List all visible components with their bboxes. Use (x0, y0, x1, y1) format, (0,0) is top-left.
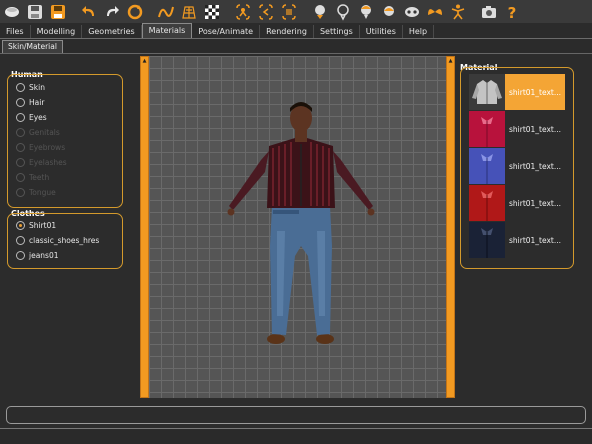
tab-help[interactable]: Help (403, 25, 435, 38)
radio-teeth: Teeth (16, 171, 49, 183)
radio-button[interactable] (16, 220, 25, 230)
svg-text:?: ? (508, 4, 517, 21)
front-view-icon[interactable] (232, 2, 254, 22)
tab-utilities[interactable]: Utilities (360, 25, 403, 38)
radio-button[interactable] (16, 250, 25, 260)
radio-label: Skin (29, 82, 45, 92)
status-bar (0, 428, 592, 444)
tab-modelling[interactable]: Modelling (31, 25, 83, 38)
help-icon[interactable]: ? (501, 2, 523, 22)
camera-icon[interactable] (478, 2, 500, 22)
right-panel-scrollbar[interactable]: ▲ (446, 56, 455, 398)
head-front-icon[interactable] (309, 2, 331, 22)
side-view-icon[interactable] (278, 2, 300, 22)
material-item[interactable]: shirt01_text... (469, 185, 565, 221)
wings-icon[interactable] (424, 2, 446, 22)
shirt-thumbnail-icon (469, 74, 505, 110)
radio-button (16, 142, 25, 152)
scroll-up-icon[interactable]: ▲ (142, 59, 147, 64)
3d-viewport[interactable] (149, 56, 454, 398)
radio-button (16, 187, 25, 197)
subtab-skin-material[interactable]: Skin/Material (2, 40, 63, 53)
main-toolbar: ? (0, 0, 592, 23)
radio-tongue: Tongue (16, 186, 56, 198)
radio-genitals: Genitals (16, 126, 60, 138)
radio-label: Hair (29, 97, 45, 107)
radio-label: Shirt01 (29, 220, 57, 230)
undo-icon[interactable] (78, 2, 100, 22)
tab-geometries[interactable]: Geometries (82, 25, 142, 38)
radio-button[interactable] (16, 97, 25, 107)
reset-icon[interactable] (124, 2, 146, 22)
wireframe-toggle-icon[interactable] (1, 2, 23, 22)
radio-button[interactable] (16, 112, 25, 122)
divider (0, 53, 592, 54)
radio-eyes[interactable]: Eyes (16, 111, 47, 123)
menu-tabs: Files Modelling Geometries Materials Pos… (0, 23, 592, 39)
material-label: shirt01_text... (509, 198, 562, 208)
checker-icon[interactable] (201, 2, 223, 22)
radio-label: Eyelashes (29, 157, 67, 167)
tab-pose-animate[interactable]: Pose/Animate (192, 25, 261, 38)
head-side-icon[interactable] (332, 2, 354, 22)
tab-settings[interactable]: Settings (314, 25, 360, 38)
shirt-thumbnail-icon (469, 185, 505, 221)
material-label: shirt01_text... (509, 161, 562, 171)
head-top-icon[interactable] (378, 2, 400, 22)
radio-eyebrows: Eyebrows (16, 141, 65, 153)
smooth-icon[interactable] (155, 2, 177, 22)
radio-label: Eyebrows (29, 142, 66, 152)
radio-button (16, 172, 25, 182)
radio-button (16, 127, 25, 137)
material-label: shirt01_text... (509, 235, 562, 245)
mask-icon[interactable] (401, 2, 423, 22)
subtab-bar: Skin/Material (0, 39, 592, 53)
shirt-thumbnail-icon (469, 111, 505, 147)
shirt-thumbnail-icon (469, 222, 505, 258)
tab-rendering[interactable]: Rendering (260, 25, 314, 38)
material-item[interactable]: shirt01_text... (469, 148, 565, 184)
radio-skin[interactable]: Skin (16, 81, 45, 93)
material-label: shirt01_text... (509, 124, 562, 134)
clothes-group: Shirt01 classic_shoes_hres jeans01 (7, 213, 123, 269)
radio-button (16, 157, 25, 167)
radio-label: Tongue (29, 187, 56, 197)
radio-shirt01[interactable]: Shirt01 (16, 219, 56, 231)
radio-eyelashes: Eyelashes (16, 156, 67, 168)
material-item[interactable]: shirt01_text... (469, 111, 565, 147)
tab-materials[interactable]: Materials (141, 23, 193, 38)
material-label: shirt01_text... (509, 87, 562, 97)
human-model (227, 102, 375, 344)
material-group: shirt01_text... shirt01_text... shirt01_… (460, 67, 574, 269)
shirt-thumbnail-icon (469, 148, 505, 184)
radio-label: Genitals (29, 127, 60, 137)
back-view-icon[interactable] (255, 2, 277, 22)
left-panel-scrollbar[interactable]: ▲ (140, 56, 149, 398)
radio-hair[interactable]: Hair (16, 96, 44, 108)
tab-files[interactable]: Files (0, 25, 31, 38)
export-icon[interactable] (47, 2, 69, 22)
redo-icon[interactable] (101, 2, 123, 22)
radio-jeans01[interactable]: jeans01 (16, 249, 59, 261)
material-item[interactable]: shirt01_text... (469, 222, 565, 258)
subdivide-icon[interactable] (178, 2, 200, 22)
material-item[interactable]: shirt01_text... (469, 74, 565, 110)
scroll-up-icon[interactable]: ▲ (448, 59, 453, 64)
radio-classic-shoes[interactable]: classic_shoes_hres (16, 234, 99, 246)
radio-label: Eyes (29, 112, 47, 122)
radio-label: classic_shoes_hres (29, 235, 100, 245)
head-back-icon[interactable] (355, 2, 377, 22)
status-field[interactable] (6, 406, 586, 424)
radio-button[interactable] (16, 235, 25, 245)
radio-label: jeans01 (29, 250, 59, 260)
human-group: Skin Hair Eyes Genitals Eyebrows Eyelash… (7, 74, 123, 208)
radio-button[interactable] (16, 82, 25, 92)
pose-icon[interactable] (447, 2, 469, 22)
radio-label: Teeth (29, 172, 50, 182)
save-icon[interactable] (24, 2, 46, 22)
